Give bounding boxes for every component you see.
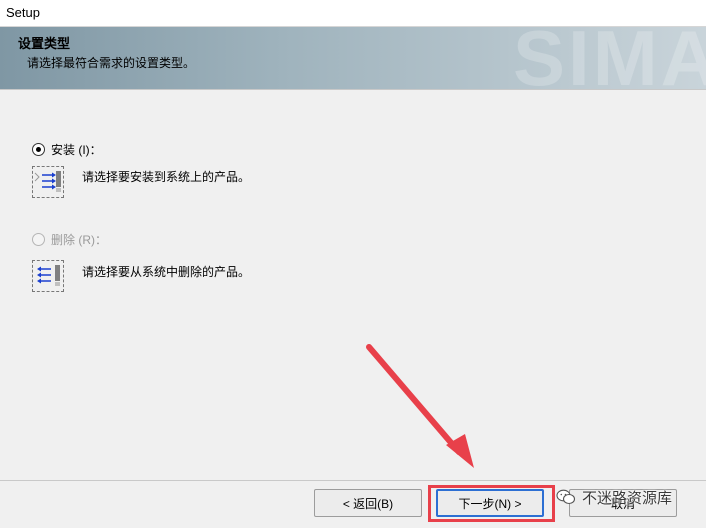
annotation-arrow	[366, 344, 474, 468]
next-button-highlight	[428, 485, 555, 522]
back-button[interactable]: < 返回(B)	[314, 489, 422, 517]
wechat-icon	[556, 489, 576, 505]
overlay-watermark: 不迷路资源库	[556, 486, 672, 508]
overlay-watermark-text: 不迷路资源库	[582, 489, 673, 507]
